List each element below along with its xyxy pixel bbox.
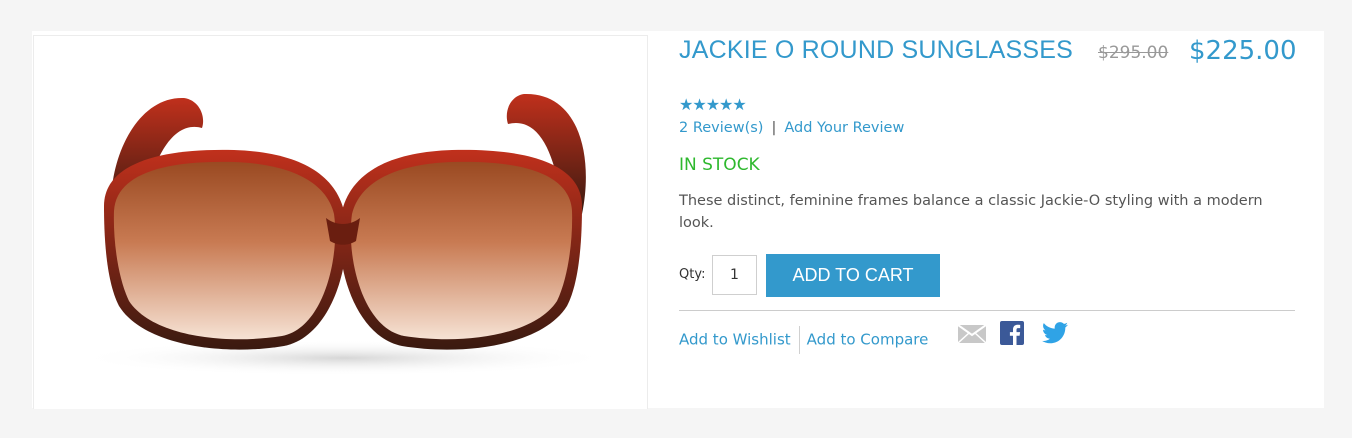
reviews-count-link[interactable]: 2 Review(s) — [679, 120, 763, 136]
product-image[interactable] — [33, 35, 648, 409]
email-icon[interactable] — [957, 324, 987, 347]
stock-status: IN STOCK — [679, 155, 760, 175]
actions-divider — [798, 326, 800, 354]
special-price: $225.00 — [1189, 36, 1297, 66]
review-separator: | — [771, 120, 777, 136]
reviews-links: 2 Review(s) | Add Your Review — [679, 120, 904, 136]
rating-stars: ★★★★★ — [679, 95, 747, 114]
product-actions: Add to Wishlist Add to Compare — [679, 326, 928, 354]
twitter-icon[interactable] — [1042, 322, 1068, 348]
qty-label: Qty: — [679, 267, 706, 282]
add-to-compare-link[interactable]: Add to Compare — [807, 331, 929, 349]
product-title: JACKIE O ROUND SUNGLASSES — [679, 36, 1073, 64]
add-to-wishlist-link[interactable]: Add to Wishlist — [679, 331, 791, 349]
old-price: $295.00 — [1098, 43, 1169, 63]
add-review-link[interactable]: Add Your Review — [784, 120, 904, 136]
qty-input[interactable] — [712, 255, 757, 295]
divider — [679, 310, 1295, 311]
facebook-icon[interactable] — [1000, 321, 1024, 349]
sunglasses-image — [74, 93, 614, 376]
add-to-cart-button[interactable]: ADD TO CART — [766, 254, 940, 297]
product-description: These distinct, feminine frames balance … — [679, 193, 1263, 231]
